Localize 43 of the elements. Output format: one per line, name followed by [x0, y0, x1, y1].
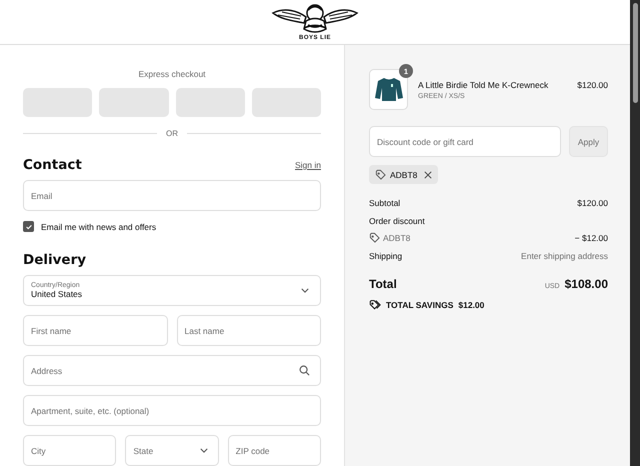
select-value: United States	[31, 289, 84, 299]
divider-label: OR	[166, 129, 178, 138]
chevron-down-icon	[301, 288, 309, 293]
checkmark-icon	[24, 222, 32, 230]
close-icon[interactable]	[424, 170, 432, 178]
summary-label: Order discount	[369, 216, 425, 226]
summary-label: Subtotal	[369, 198, 400, 208]
sweater-icon	[374, 76, 404, 104]
checkbox[interactable]	[23, 221, 34, 232]
summary-value: $120.00	[577, 198, 608, 208]
discount-field[interactable]: Discount code or gift card	[369, 126, 561, 157]
sign-in-link[interactable]: Sign in	[295, 160, 321, 170]
select-field[interactable]: State	[125, 435, 219, 466]
input-field[interactable]: Last name	[176, 315, 321, 346]
input-field[interactable]: ZIP code	[228, 435, 321, 466]
section-heading: Delivery	[23, 252, 88, 268]
cherub-logo-icon	[270, 3, 360, 35]
scrollbar[interactable]	[630, 0, 640, 466]
product-name: A Little Birdie Told Me K-Crewneck	[418, 80, 550, 90]
summary-value: − $12.00	[574, 232, 608, 242]
total-amount: $108.00	[564, 277, 608, 291]
tag-icon	[375, 169, 386, 180]
input-field[interactable]: First name	[23, 315, 168, 346]
scrollbar-thumb[interactable]	[632, 3, 638, 103]
product-price: $120.00	[577, 79, 608, 90]
input-field[interactable]: Apartment, suite, etc. (optional)	[23, 395, 321, 426]
savings-label: TOTAL SAVINGS	[386, 300, 454, 310]
discount-code: ADBT8	[383, 232, 410, 242]
discount-code: ADBT8	[390, 170, 418, 180]
summary-label: Shipping	[369, 251, 402, 261]
input-field[interactable]: City	[23, 435, 116, 466]
checkbox-label: Email me with news and offers	[41, 222, 156, 232]
section-heading: Contact	[23, 157, 82, 173]
input-field[interactable]: Email	[23, 180, 321, 211]
summary-value: Enter shipping address	[521, 251, 608, 261]
savings-amount: $12.00	[458, 300, 484, 310]
search-icon	[299, 364, 310, 376]
apply-button[interactable]: Apply	[569, 126, 608, 157]
tag-icon	[369, 232, 380, 243]
tags-icon	[369, 299, 381, 310]
address-field[interactable]: Address	[23, 355, 321, 386]
express-checkout-label: Express checkout	[137, 69, 207, 79]
total-label: Total	[369, 277, 397, 291]
